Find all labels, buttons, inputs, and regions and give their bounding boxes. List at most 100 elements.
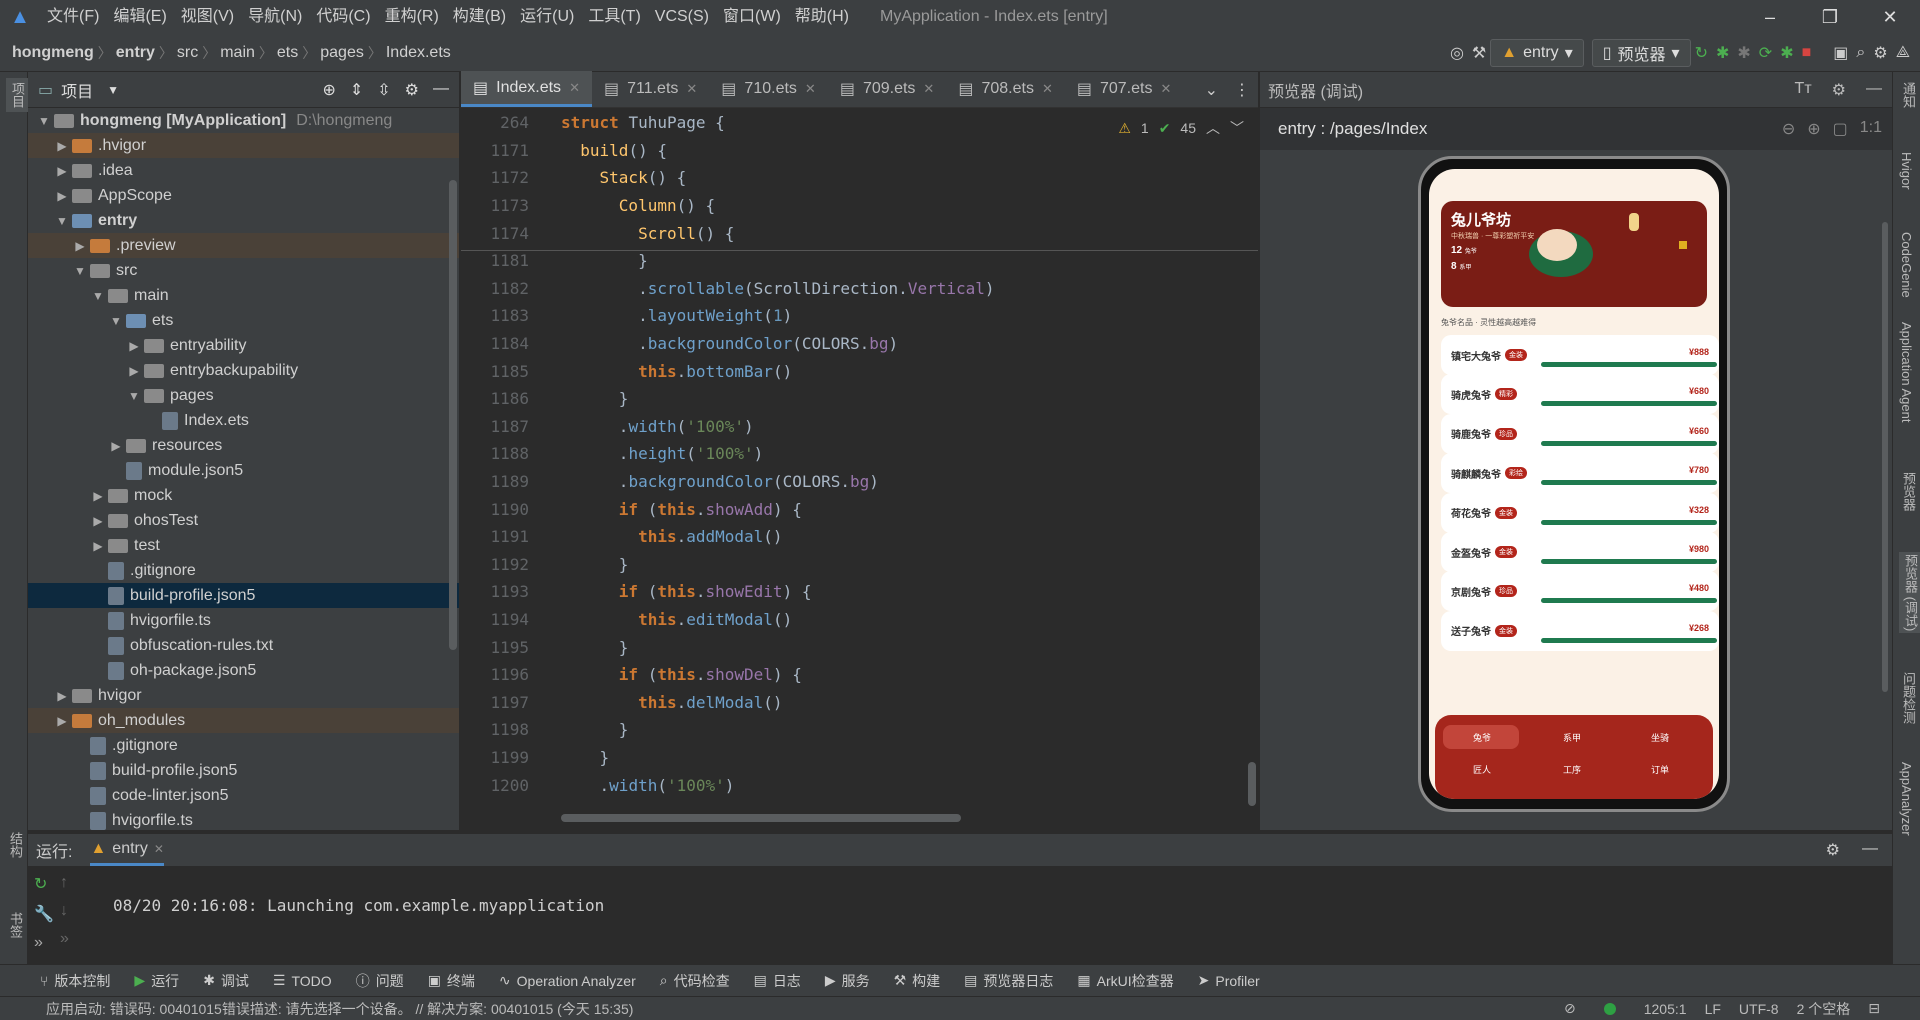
editor-tab[interactable]: ▤ 708.ets ✕	[946, 71, 1065, 107]
no-entry-icon[interactable]: ⊘	[1564, 1000, 1576, 1017]
tool-problem-detection[interactable]: 问题检测	[1899, 672, 1918, 724]
code-line[interactable]: 1192 }	[461, 551, 1258, 579]
search-icon[interactable]: ⌕	[1856, 39, 1865, 67]
tree-item[interactable]: obfuscation-rules.txt	[28, 633, 459, 658]
menu-item[interactable]: 帮助(H)	[788, 0, 856, 34]
tree-item[interactable]: ▼ main	[28, 283, 459, 308]
code-line[interactable]: 1195 }	[461, 633, 1258, 661]
chevron-up-icon[interactable]: ︿	[1206, 118, 1220, 138]
more-icon[interactable]: »	[34, 934, 54, 952]
code-line[interactable]: 1172 Stack() {	[461, 164, 1258, 192]
tree-item[interactable]: ▶ oh_modules	[28, 708, 459, 733]
menu-item[interactable]: 运行(U)	[513, 0, 581, 34]
chevron-down-icon[interactable]: ⌄	[1205, 80, 1218, 100]
apply-changes-icon[interactable]: ⟳	[1759, 39, 1772, 67]
breadcrumb-item[interactable]: pages	[316, 44, 368, 62]
chevron-right-icon[interactable]: ▶	[88, 489, 108, 503]
maximize-icon[interactable]: ❐	[1800, 7, 1860, 28]
tree-item[interactable]: build-profile.json5	[28, 583, 459, 608]
menu-item[interactable]: 编辑(E)	[106, 0, 173, 34]
menu-item[interactable]: 工具(T)	[581, 0, 647, 34]
tool-codegenie[interactable]: CodeGenie	[1899, 232, 1914, 298]
arrow-up-icon[interactable]: ↑	[60, 874, 69, 892]
editor-tab[interactable]: ▤ Index.ets ✕	[461, 71, 592, 107]
close-icon[interactable]: ✕	[1042, 81, 1053, 97]
font-icon[interactable]: Tт	[1795, 80, 1812, 100]
tool-hvigor[interactable]: Hvigor	[1899, 152, 1914, 190]
tree-item[interactable]: .gitignore	[28, 733, 459, 758]
code-line[interactable]: 1185 this.bottomBar()	[461, 357, 1258, 385]
tree-item[interactable]: ▼ pages	[28, 383, 459, 408]
breadcrumb-item[interactable]: main	[216, 44, 259, 62]
chevron-down-icon[interactable]: ▼	[34, 114, 54, 128]
chevron-right-icon[interactable]: ▶	[52, 139, 72, 153]
code-line[interactable]: 1181 }	[461, 247, 1258, 275]
editor-tab[interactable]: ▤ 711.ets ✕	[592, 71, 709, 107]
chevron-down-icon[interactable]: ﹀	[1230, 118, 1244, 138]
tool-window-button[interactable]: ☰ TODO	[273, 972, 332, 989]
code-line[interactable]: 1190 if (this.showAdd) {	[461, 495, 1258, 523]
tree-item[interactable]: oh-package.json5	[28, 658, 459, 683]
product-card[interactable]: 骑麒麟兔爷 彩绘 ¥780	[1441, 453, 1719, 494]
tree-item[interactable]: ▶ mock	[28, 483, 459, 508]
project-view-select[interactable]: 项目	[61, 78, 93, 102]
tree-item[interactable]: ▶ test	[28, 533, 459, 558]
code-line[interactable]: 1191 this.addModal()	[461, 523, 1258, 551]
tree-item[interactable]: ▼ src	[28, 258, 459, 283]
tool-window-button[interactable]: ⑂ 版本控制	[40, 971, 110, 991]
tree-item[interactable]: ▶ ohosTest	[28, 508, 459, 533]
locate-icon[interactable]: ⊕	[322, 80, 335, 100]
chevron-down-icon[interactable]: ▼	[107, 83, 119, 97]
close-icon[interactable]: ✕	[154, 842, 164, 856]
chevron-right-icon[interactable]: ▶	[52, 164, 72, 178]
stop-icon[interactable]: ■	[1802, 39, 1812, 67]
menu-item[interactable]: 代码(C)	[309, 0, 377, 34]
tabbar-item[interactable]: 兔爷	[1473, 731, 1491, 744]
zoom-in-icon[interactable]: ⊕	[1807, 119, 1820, 139]
tabbar-item[interactable]: 坐骑	[1651, 731, 1669, 744]
rerun-icon[interactable]: ↻	[34, 874, 54, 894]
tool-window-button[interactable]: ▶ 服务	[825, 971, 870, 991]
cursor-position[interactable]: 1205:1	[1644, 1001, 1687, 1017]
target-icon[interactable]: ◎	[1450, 39, 1464, 67]
preview-scrollbar[interactable]	[1882, 222, 1888, 692]
line-separator[interactable]: LF	[1705, 1001, 1721, 1017]
menu-item[interactable]: 重构(R)	[378, 0, 446, 34]
chevron-right-icon[interactable]: ▶	[106, 439, 126, 453]
debug-attach-icon[interactable]: ✱	[1780, 39, 1793, 67]
close-icon[interactable]: ✕	[1860, 7, 1920, 28]
breadcrumb-item[interactable]: entry	[112, 44, 159, 62]
code-line[interactable]: 1186 }	[461, 385, 1258, 413]
tree-item[interactable]: ▶ .preview	[28, 233, 459, 258]
breadcrumb-item[interactable]: ets	[273, 44, 302, 62]
product-card[interactable]: 送子兔爷 金装 ¥268	[1441, 610, 1719, 651]
tree-item[interactable]: ▶ entryability	[28, 333, 459, 358]
tool-window-button[interactable]: ▤ 预览器日志	[964, 971, 1053, 991]
editor-tab[interactable]: ▤ 707.ets ✕	[1065, 71, 1184, 107]
tree-item[interactable]: build-profile.json5	[28, 758, 459, 783]
close-icon[interactable]: ✕	[923, 81, 934, 97]
code-line[interactable]: 1184 .backgroundColor(COLORS.bg)	[461, 330, 1258, 358]
code-line[interactable]: 1193 if (this.showEdit) {	[461, 578, 1258, 606]
code-line[interactable]: 1187 .width('100%')	[461, 413, 1258, 441]
code-line[interactable]: 1171 build() {	[461, 137, 1258, 165]
tree-item[interactable]: .gitignore	[28, 558, 459, 583]
run-log[interactable]: 08/20 20:16:08: Launching com.example.my…	[113, 896, 604, 915]
menu-item[interactable]: 导航(N)	[241, 0, 309, 34]
tool-window-button[interactable]: ⚒ 构建	[894, 971, 941, 991]
code-area[interactable]: 264 struct TuhuPage {1171 build() {1172 S…	[461, 109, 1258, 830]
more-icon[interactable]: ⋮	[1234, 80, 1250, 100]
tree-root[interactable]: ▼ hongmeng [MyApplication] D:\hongmeng	[28, 108, 459, 133]
tree-item[interactable]: hvigorfile.ts	[28, 608, 459, 633]
editor-tab[interactable]: ▤ 710.ets ✕	[709, 71, 828, 107]
product-card[interactable]: 京剧兔爷 珍品 ¥480	[1441, 571, 1719, 612]
code-line[interactable]: 1188 .height('100%')	[461, 440, 1258, 468]
tree-item[interactable]: hvigorfile.ts	[28, 808, 459, 833]
tree-item[interactable]: ▶ .idea	[28, 158, 459, 183]
tool-window-button[interactable]: ▣ 终端	[428, 971, 475, 991]
tree-item[interactable]: ▶ AppScope	[28, 183, 459, 208]
tool-application-agent[interactable]: Application Agent	[1899, 322, 1914, 422]
hammer-icon[interactable]: ⚒	[1472, 39, 1486, 67]
tabbar-item[interactable]: 工序	[1563, 763, 1581, 776]
editor-hscrollbar[interactable]	[561, 814, 961, 822]
